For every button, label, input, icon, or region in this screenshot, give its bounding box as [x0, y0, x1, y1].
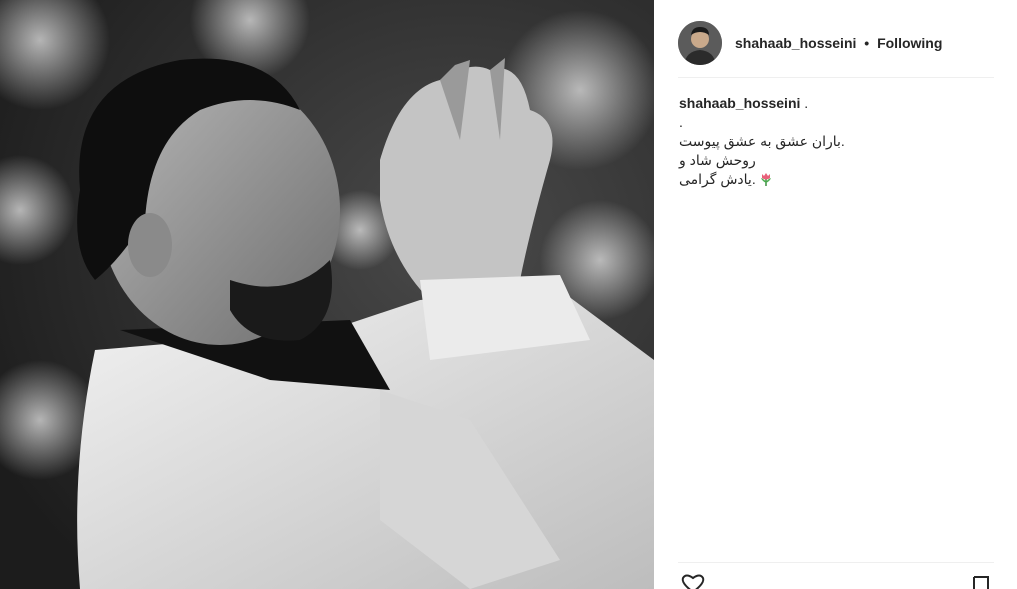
post-caption: shahaab_hosseini . . .باران عشق به عشق پ…: [679, 94, 989, 192]
post-actions: [678, 562, 994, 589]
bookmark-icon[interactable]: [971, 575, 991, 589]
caption-first-line: shahaab_hosseini .: [679, 94, 989, 113]
post-photo-image: [0, 0, 654, 589]
profile-avatar[interactable]: [678, 20, 722, 65]
caption-line-4: .یادش گرامی: [679, 171, 756, 187]
caption-suffix: .: [800, 95, 809, 111]
post-header-text: shahaab_hosseini • Following: [735, 35, 942, 51]
post-photo[interactable]: [0, 0, 654, 589]
caption-line-4-wrap: .یادش گرامی: [679, 170, 989, 192]
heart-icon[interactable]: [679, 574, 707, 589]
post-header: shahaab_hosseini • Following: [678, 12, 994, 78]
caption-line-1: .: [679, 114, 683, 130]
caption-line-3: روحش شاد و: [679, 152, 756, 168]
header-separator: •: [864, 34, 870, 51]
caption-line-2: .باران عشق به عشق پیوست: [679, 133, 845, 149]
author-username[interactable]: shahaab_hosseini: [735, 35, 856, 51]
caption-username[interactable]: shahaab_hosseini: [679, 95, 800, 111]
following-button[interactable]: Following: [877, 35, 942, 51]
instagram-post: shahaab_hosseini • Following shahaab_hos…: [0, 0, 1017, 589]
tulip-icon: [758, 171, 774, 192]
post-sidebar: shahaab_hosseini • Following shahaab_hos…: [654, 0, 1017, 589]
